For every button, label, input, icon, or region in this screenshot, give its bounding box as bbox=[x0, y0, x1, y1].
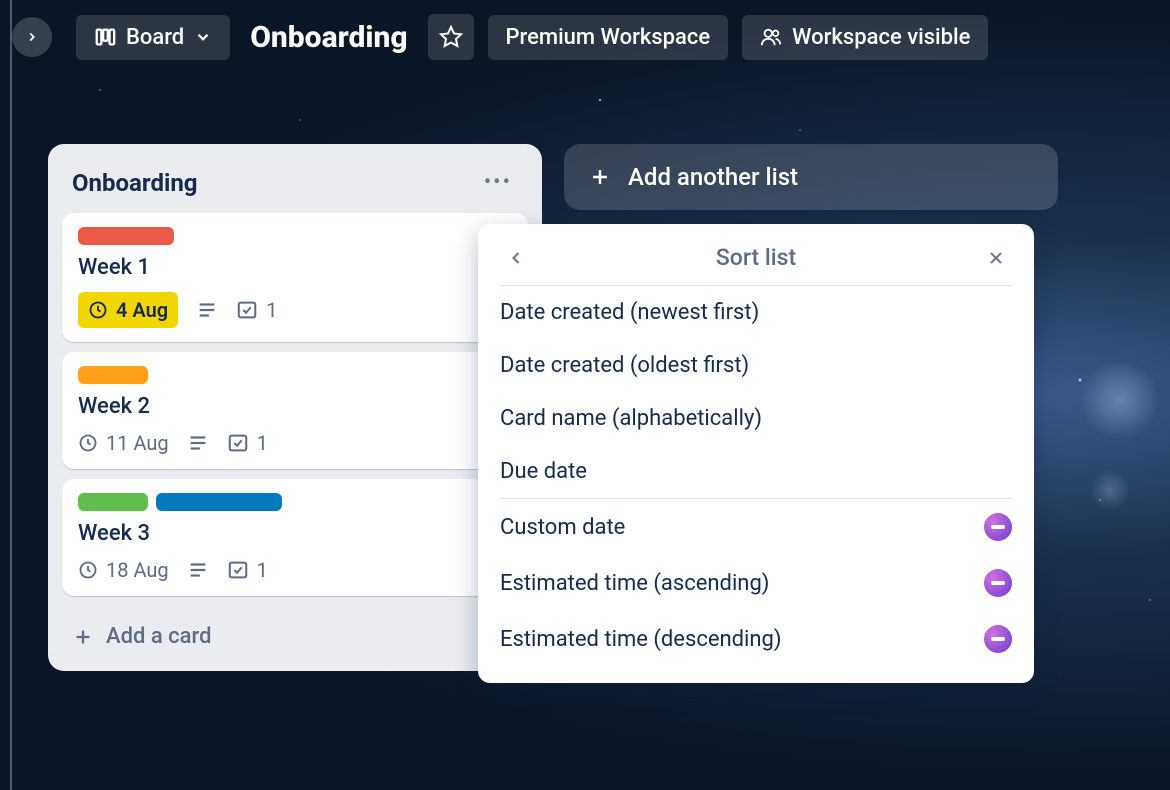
checklist-icon bbox=[227, 432, 249, 454]
description-icon bbox=[187, 432, 209, 454]
plus-icon bbox=[588, 165, 612, 189]
checklist-count: 1 bbox=[257, 431, 268, 455]
card-labels bbox=[78, 227, 512, 245]
list: Onboarding ••• Week 1 4 Aug 1 bbox=[48, 144, 542, 671]
description-icon bbox=[187, 559, 209, 581]
powerup-icon bbox=[984, 625, 1012, 653]
board-icon bbox=[94, 26, 116, 48]
due-badge[interactable]: 4 Aug bbox=[78, 292, 178, 328]
due-text: 4 Aug bbox=[116, 298, 168, 322]
sort-option-custom[interactable]: Estimated time (ascending) bbox=[478, 555, 1034, 611]
view-switcher[interactable]: Board bbox=[76, 15, 230, 60]
checklist-count: 1 bbox=[266, 298, 277, 322]
card-title: Week 2 bbox=[78, 394, 512, 419]
checklist-badge: 1 bbox=[227, 431, 268, 455]
list-menu-button[interactable]: ••• bbox=[478, 166, 518, 199]
due-badge[interactable]: 18 Aug bbox=[78, 558, 169, 582]
sort-option-custom[interactable]: Estimated time (descending) bbox=[478, 611, 1034, 667]
expand-sidebar-button[interactable] bbox=[12, 17, 52, 57]
card-title: Week 1 bbox=[78, 255, 512, 280]
star-icon bbox=[439, 25, 463, 49]
label-green[interactable] bbox=[78, 493, 148, 511]
sort-option-label: Date created (newest first) bbox=[500, 300, 759, 325]
plus-icon bbox=[72, 626, 94, 648]
sort-option-label: Date created (oldest first) bbox=[500, 353, 749, 378]
card-title: Week 3 bbox=[78, 521, 512, 546]
premium-label: Premium Workspace bbox=[506, 25, 711, 50]
popover-back-button[interactable] bbox=[500, 248, 532, 268]
label-blue[interactable] bbox=[156, 493, 282, 511]
sort-option[interactable]: Due date bbox=[478, 445, 1034, 498]
sort-option-label: Estimated time (descending) bbox=[500, 627, 782, 652]
view-label: Board bbox=[126, 25, 184, 50]
powerup-icon bbox=[984, 569, 1012, 597]
chevron-right-icon bbox=[25, 30, 39, 44]
popover-close-button[interactable] bbox=[980, 248, 1012, 268]
checklist-icon bbox=[227, 559, 249, 581]
add-list-button[interactable]: Add another list bbox=[564, 144, 1058, 210]
sort-option-custom[interactable]: Custom date bbox=[478, 499, 1034, 555]
due-text: 18 Aug bbox=[106, 558, 169, 582]
due-badge[interactable]: 11 Aug bbox=[78, 431, 169, 455]
description-badge bbox=[187, 432, 209, 454]
sort-option[interactable]: Card name (alphabetically) bbox=[478, 392, 1034, 445]
popover-header: Sort list bbox=[478, 236, 1034, 285]
card-labels bbox=[78, 493, 512, 511]
chevron-down-icon bbox=[194, 28, 212, 46]
popover-title: Sort list bbox=[532, 244, 980, 271]
card[interactable]: Week 1 4 Aug 1 bbox=[62, 213, 528, 342]
list-title[interactable]: Onboarding bbox=[72, 169, 197, 197]
sort-option-label: Card name (alphabetically) bbox=[500, 406, 762, 431]
sort-option-label: Estimated time (ascending) bbox=[500, 571, 769, 596]
powerup-icon bbox=[984, 513, 1012, 541]
sort-option-label: Custom date bbox=[500, 515, 625, 540]
clock-icon bbox=[78, 433, 98, 453]
add-list-label: Add another list bbox=[628, 163, 798, 191]
board-header: Board Onboarding Premium Workspace Works… bbox=[0, 0, 1170, 74]
sort-list-popover: Sort list Date created (newest first) Da… bbox=[478, 224, 1034, 683]
board-title[interactable]: Onboarding bbox=[250, 20, 407, 55]
description-badge bbox=[187, 559, 209, 581]
premium-workspace-button[interactable]: Premium Workspace bbox=[488, 15, 729, 60]
description-icon bbox=[196, 299, 218, 321]
card-labels bbox=[78, 366, 512, 384]
due-text: 11 Aug bbox=[106, 431, 169, 455]
card[interactable]: Week 3 18 Aug 1 bbox=[62, 479, 528, 596]
star-button[interactable] bbox=[428, 14, 474, 60]
checklist-badge: 1 bbox=[236, 298, 277, 322]
people-icon bbox=[760, 26, 782, 48]
label-red[interactable] bbox=[78, 227, 174, 245]
chevron-left-icon bbox=[506, 248, 526, 268]
visibility-label: Workspace visible bbox=[792, 25, 970, 50]
card-badges: 4 Aug 1 bbox=[78, 292, 512, 328]
add-card-button[interactable]: Add a card bbox=[58, 606, 532, 661]
add-card-label: Add a card bbox=[106, 624, 212, 649]
sort-option[interactable]: Date created (newest first) bbox=[478, 286, 1034, 339]
sort-option[interactable]: Date created (oldest first) bbox=[478, 339, 1034, 392]
card-badges: 11 Aug 1 bbox=[78, 431, 512, 455]
checklist-icon bbox=[236, 299, 258, 321]
card[interactable]: Week 2 11 Aug 1 bbox=[62, 352, 528, 469]
card-badges: 18 Aug 1 bbox=[78, 558, 512, 582]
close-icon bbox=[986, 248, 1006, 268]
label-orange[interactable] bbox=[78, 366, 148, 384]
clock-icon bbox=[78, 560, 98, 580]
checklist-count: 1 bbox=[257, 558, 268, 582]
checklist-badge: 1 bbox=[227, 558, 268, 582]
description-badge bbox=[196, 299, 218, 321]
sort-option-label: Due date bbox=[500, 459, 587, 484]
list-header: Onboarding ••• bbox=[58, 158, 532, 213]
clock-icon bbox=[88, 300, 108, 320]
visibility-button[interactable]: Workspace visible bbox=[742, 15, 988, 60]
